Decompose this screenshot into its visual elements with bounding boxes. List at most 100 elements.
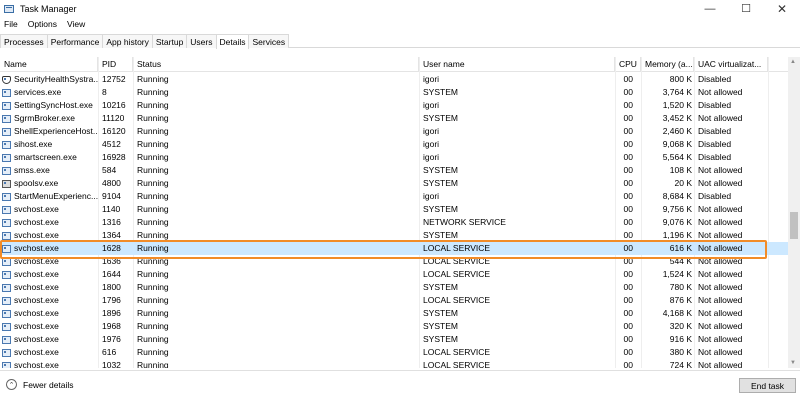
scroll-thumb[interactable] [790,212,798,239]
table-row[interactable]: ShellExperienceHost.... 16120 Running igori… [0,125,788,138]
process-uac: Not allowed [698,321,743,331]
table-row[interactable]: smartscreen.exe 16928 Running igori 00 5,564 … [0,151,788,164]
menu-bar: File Options View [0,17,91,31]
process-icon [2,270,11,279]
tab-app-history[interactable]: App history [102,34,153,48]
close-button[interactable]: ✕ [764,0,800,17]
process-cpu: 00 [623,243,633,253]
process-uac: Disabled [698,139,732,149]
table-row[interactable]: svchost.exe 1140 Running SYSTEM 00 9,756 K Not… [0,203,788,216]
tab-performance[interactable]: Performance [46,34,104,48]
column-user-name[interactable]: User name [419,57,615,72]
table-row[interactable]: svchost.exe 1796 Running LOCAL SERVICE 00 876… [0,294,788,307]
table-row[interactable]: svchost.exe 1896 Running SYSTEM 00 4,168 K Not… [0,307,788,320]
process-name: svchost.exe [14,360,59,368]
column-cpu[interactable]: CPU [615,57,641,72]
process-name: sihost.exe [14,139,53,149]
process-pid: 11120 [102,113,125,123]
process-cpu: 00 [623,269,633,279]
process-name: svchost.exe [14,269,59,279]
scroll-down-icon[interactable]: ▼ [790,360,796,366]
column-name[interactable]: Name ^ [0,57,98,72]
tab-users[interactable]: Users [186,34,217,48]
process-icon [2,309,11,318]
process-name-cell: svchost.exe [2,294,98,307]
table-row[interactable]: svchost.exe 1636 Running LOCAL SERVICE 00 544… [0,255,788,268]
process-status: Running [137,334,169,344]
table-row[interactable]: svchost.exe 1032 Running LOCAL SERVICE 00 724… [0,359,788,368]
column-status[interactable]: Status [133,57,419,72]
process-status: Running [137,87,169,97]
column-pid[interactable]: PID [98,57,133,72]
process-cpu: 00 [623,321,633,331]
menu-view[interactable]: View [67,19,85,29]
column-memory[interactable]: Memory (a... [641,57,694,72]
process-name-cell: SettingSyncHost.exe [2,99,98,112]
process-icon [2,348,11,357]
column-name-label: Name [4,59,27,69]
process-memory: 20 K [674,178,693,188]
table-row[interactable]: SgrmBroker.exe 11120 Running SYSTEM 00 3,452 … [0,112,788,125]
process-name: svchost.exe [14,321,59,331]
table-row[interactable]: SecurityHealthSystra... 12752 Running igori… [0,73,788,86]
process-name: services.exe [14,87,62,97]
maximize-button[interactable]: ☐ [728,0,764,17]
process-memory: 380 K [669,347,692,357]
process-memory: 800 K [669,74,692,84]
process-user-name: SYSTEM [423,334,458,344]
process-uac: Not allowed [698,308,743,318]
process-uac: Not allowed [698,87,743,97]
process-status: Running [137,74,169,84]
tab-startup[interactable]: Startup [151,34,188,48]
table-row[interactable]: svchost.exe 1316 Running NETWORK SERVICE 00 9… [0,216,788,229]
vertical-scrollbar[interactable]: ▲ ▼ [788,57,800,368]
process-user-name: LOCAL SERVICE [423,347,491,357]
process-name: svchost.exe [14,334,59,344]
table-row[interactable]: services.exe 8 Running SYSTEM 00 3,764 K Not a… [0,86,788,99]
process-name: svchost.exe [14,308,59,318]
process-icon [2,192,11,201]
scroll-up-icon[interactable]: ▲ [790,59,796,65]
menu-options[interactable]: Options [28,19,57,29]
tab-processes[interactable]: Processes [0,34,48,48]
process-cpu: 00 [623,74,633,84]
fewer-details-link[interactable]: ⌃ Fewer details [6,379,74,390]
table-row[interactable]: sihost.exe 4512 Running igori 00 9,068 K Disab… [0,138,788,151]
table-row[interactable]: svchost.exe 1976 Running SYSTEM 00 916 K Not a… [0,333,788,346]
process-uac: Not allowed [698,113,743,123]
process-icon [2,205,11,214]
table-row[interactable]: svchost.exe 1628 Running LOCAL SERVICE 00 616… [0,242,788,255]
minimize-button[interactable]: — [692,0,728,17]
tab-details[interactable]: Details [215,34,250,49]
table-row[interactable]: svchost.exe 1968 Running SYSTEM 00 320 K Not a… [0,320,788,333]
shield-icon [2,75,11,84]
process-cpu: 00 [623,165,633,175]
process-name-cell: sihost.exe [2,138,98,151]
table-row[interactable]: svchost.exe 1364 Running SYSTEM 00 1,196 K Not… [0,229,788,242]
process-pid: 1636 [102,256,121,266]
table-row[interactable]: StartMenuExperienc... 9104 Running igori 00 8… [0,190,788,203]
process-memory: 780 K [669,282,692,292]
column-uac-virtualization[interactable]: UAC virtualizat... [694,57,768,72]
table-row[interactable]: smss.exe 584 Running SYSTEM 00 108 K Not allow… [0,164,788,177]
process-user-name: LOCAL SERVICE [423,360,491,368]
process-icon [2,296,11,305]
table-row[interactable]: svchost.exe 616 Running LOCAL SERVICE 00 380 … [0,346,788,359]
table-row[interactable]: svchost.exe 1800 Running SYSTEM 00 780 K Not a… [0,281,788,294]
table-row[interactable]: spoolsv.exe 4800 Running SYSTEM 00 20 K Not al… [0,177,788,190]
process-uac: Not allowed [698,334,743,344]
table-row[interactable]: SettingSyncHost.exe 10216 Running igori 00 1,… [0,99,788,112]
process-uac: Disabled [698,126,732,136]
table-row[interactable]: svchost.exe 1644 Running LOCAL SERVICE 00 1,5… [0,268,788,281]
tab-services[interactable]: Services [248,34,290,48]
end-task-button[interactable]: End task [739,378,796,393]
chevron-up-icon: ⌃ [6,379,17,390]
process-uac: Not allowed [698,217,743,227]
process-icon [2,335,11,344]
menu-file[interactable]: File [4,19,18,29]
process-status: Running [137,100,169,110]
process-icon [2,218,11,227]
process-name-cell: spoolsv.exe [2,177,98,190]
window-title: Task Manager [20,3,77,14]
process-pid: 1800 [102,282,121,292]
